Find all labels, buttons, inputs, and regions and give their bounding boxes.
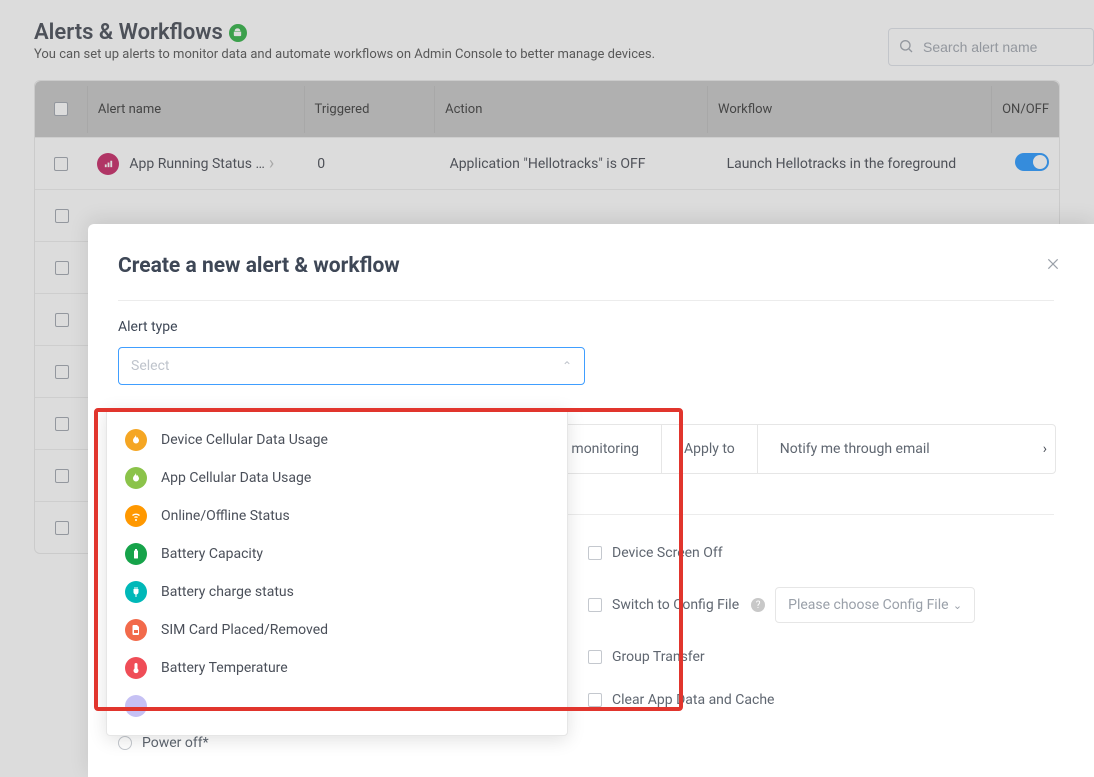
tab-apply-to[interactable]: Apply to — [662, 425, 758, 473]
dropdown-item-battery-charge[interactable]: Battery charge status — [107, 573, 567, 611]
dropdown-item-label: Online/Offline Status — [161, 508, 290, 524]
alert-name: App Running Status … — [129, 156, 264, 172]
alert-type-label: Alert type — [118, 319, 1054, 335]
search-input[interactable] — [888, 28, 1094, 66]
dropdown-item-label: Battery Capacity — [161, 546, 263, 562]
col-alert-name[interactable]: Alert name — [87, 86, 304, 133]
row-checkbox[interactable] — [55, 417, 69, 431]
switch-config-label: Switch to Config File — [612, 597, 739, 613]
alert-type-dropdown: Device Cellular Data Usage App Cellular … — [106, 408, 568, 736]
dropdown-item-online-offline[interactable]: Online/Offline Status — [107, 497, 567, 535]
chevron-right-icon[interactable]: › — [1043, 441, 1047, 457]
row-checkbox[interactable] — [54, 157, 68, 171]
switch-config-checkbox[interactable] — [588, 598, 602, 612]
battery-icon — [125, 543, 147, 565]
col-onoff[interactable]: ON/OFF — [991, 86, 1059, 133]
dropdown-item-label: Device Cellular Data Usage — [161, 432, 328, 448]
config-file-select[interactable]: Please choose Config File ⌄ — [775, 587, 975, 623]
alert-type-icon — [97, 153, 119, 175]
dropdown-item-device-cellular[interactable]: Device Cellular Data Usage — [107, 421, 567, 459]
tab-notify[interactable]: Notify me through email › — [758, 425, 1055, 473]
tab-apply-to-label: Apply to — [684, 441, 735, 457]
page-title-text: Alerts & Workflows — [34, 20, 223, 45]
dropdown-item-sim-card[interactable]: SIM Card Placed/Removed — [107, 611, 567, 649]
chevron-down-icon: ⌄ — [953, 599, 962, 612]
tab-notify-label: Notify me through email — [780, 441, 930, 457]
sim-icon — [125, 619, 147, 641]
dropdown-item-label: SIM Card Placed/Removed — [161, 622, 328, 638]
select-placeholder: Select — [131, 358, 169, 374]
col-action[interactable]: Action — [434, 86, 707, 133]
triggered-value: 0 — [307, 140, 439, 188]
android-badge-icon — [229, 24, 247, 42]
modal-title: Create a new alert & workflow — [118, 254, 1054, 278]
help-icon[interactable]: ? — [751, 598, 765, 612]
flame-icon — [125, 467, 147, 489]
chevron-right-icon: › — [269, 153, 274, 174]
group-transfer-label: Group Transfer — [612, 649, 705, 665]
dropdown-item-label: App Cellular Data Usage — [161, 470, 311, 486]
row-checkbox[interactable] — [55, 209, 69, 223]
action-value: Application "Hellotracks" is OFF — [440, 140, 717, 188]
power-off-label: Power off* — [142, 735, 209, 751]
dropdown-item-battery-temp[interactable]: Battery Temperature — [107, 649, 567, 687]
plug-icon — [125, 581, 147, 603]
clear-cache-checkbox[interactable] — [588, 693, 602, 707]
alert-type-select[interactable]: Select ⌃ — [118, 347, 585, 385]
chevron-up-icon: ⌃ — [562, 359, 572, 373]
config-file-placeholder: Please choose Config File — [788, 597, 948, 613]
row-checkbox[interactable] — [55, 261, 69, 275]
row-checkbox[interactable] — [55, 521, 69, 535]
screen-off-checkbox[interactable] — [588, 546, 602, 560]
col-triggered[interactable]: Triggered — [304, 86, 435, 133]
row-checkbox[interactable] — [55, 313, 69, 327]
row-checkbox[interactable] — [55, 469, 69, 483]
clear-cache-label: Clear App Data and Cache — [612, 692, 774, 708]
search-icon — [898, 38, 914, 54]
row-checkbox[interactable] — [55, 365, 69, 379]
workflow-value: Launch Hellotracks in the foreground — [717, 140, 1005, 188]
col-workflow[interactable]: Workflow — [707, 86, 991, 133]
table-row[interactable]: App Running Status … › 0 Application "He… — [35, 137, 1059, 189]
select-all-checkbox[interactable] — [54, 102, 68, 116]
dropdown-item-app-cellular[interactable]: App Cellular Data Usage — [107, 459, 567, 497]
power-off-radio[interactable] — [118, 736, 132, 750]
dropdown-item-more[interactable] — [107, 687, 567, 725]
onoff-toggle[interactable] — [1015, 153, 1049, 171]
screen-off-label: Device Screen Off — [612, 545, 723, 561]
group-transfer-checkbox[interactable] — [588, 650, 602, 664]
flame-icon — [125, 429, 147, 451]
wifi-icon — [125, 505, 147, 527]
dropdown-item-label: Battery Temperature — [161, 660, 288, 676]
table-header: Alert name Triggered Action Workflow ON/… — [35, 81, 1059, 137]
dropdown-item-battery-capacity[interactable]: Battery Capacity — [107, 535, 567, 573]
thermometer-icon — [125, 657, 147, 679]
more-icon — [125, 695, 147, 717]
create-alert-modal: Create a new alert & workflow Alert type… — [88, 224, 1094, 777]
dropdown-item-label: Battery charge status — [161, 584, 294, 600]
close-icon[interactable] — [1046, 256, 1060, 275]
modal-divider — [118, 300, 1054, 301]
